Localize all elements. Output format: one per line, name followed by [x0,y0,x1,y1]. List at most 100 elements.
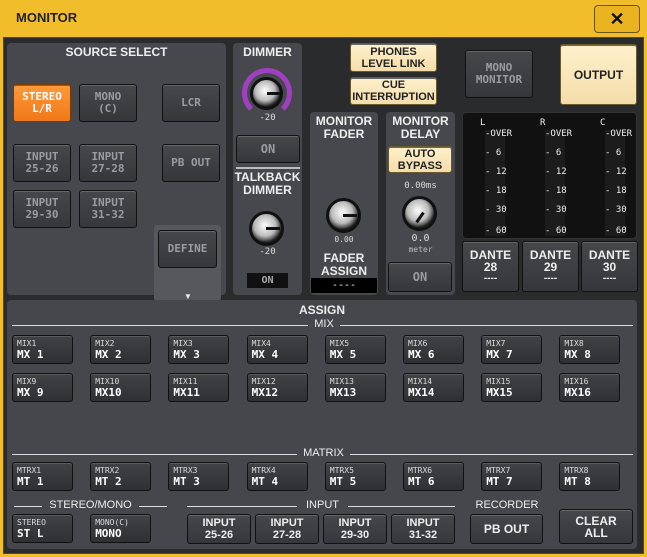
label: 30 [602,259,617,274]
monitor-delay-on-button[interactable]: ON [388,262,452,292]
divider [350,454,633,455]
mono-monitor-button[interactable]: MONO MONITOR [465,50,533,98]
label: ASSIGN [320,264,367,278]
assign-matrix-button[interactable]: MTRX6 MT 6 [403,462,464,491]
dimmer-knob[interactable] [250,77,283,110]
fader-assign-value[interactable]: ---- [311,278,377,293]
source-lcr-button[interactable]: LCR [162,84,220,122]
cue-interruption-button[interactable]: CUE INTERRUPTION [350,77,437,105]
divider [340,325,633,326]
assign-matrix-button[interactable]: MTRX4 MT 4 [246,462,308,491]
assign-mix-button[interactable]: MIX2 MX 2 [90,335,152,364]
label: DIMMER [243,183,292,197]
assign-matrix-button[interactable]: MTRX8 MT 8 [559,462,621,491]
source-pb-out-button[interactable]: PB OUT [162,144,220,182]
label: MONO [95,527,122,540]
dante-output-button[interactable]: DANTE 28 ---- [462,241,519,292]
label: MX 6 [408,348,435,361]
talkback-dimmer-knob[interactable] [249,211,284,246]
meter-scale-label: - 6 [545,148,562,158]
delay-unit: meter [408,245,433,254]
label: PHONES [370,45,417,58]
assign-mix-button[interactable]: MIX12 MX12 [246,373,308,402]
monitor-delay-title: MONITOR DELAY [386,115,455,141]
assign-pb-out-button[interactable]: PB OUT [470,514,543,544]
assign-matrix-button[interactable]: MTRX7 MT 7 [481,462,543,491]
assign-matrix-button[interactable]: MTRX5 MT 5 [324,462,386,491]
level-meter-l [485,130,505,236]
dante-output-button[interactable]: DANTE 29 ---- [522,241,579,292]
meter-scale-label: -OVER [605,129,633,139]
meter-scale-label: -OVER [545,129,573,139]
label: MONITOR [475,73,523,86]
label: 25-26 [25,162,59,175]
assign-mix-button[interactable]: MIX4 MX 4 [246,335,308,364]
assign-matrix-button[interactable]: MTRX1 MT 1 [12,462,73,491]
source-input-31-32-button[interactable]: INPUT 31-32 [79,190,137,228]
output-button[interactable]: OUTPUT [560,44,637,105]
label: MX11 [173,386,200,399]
assign-mix-button[interactable]: MIX1 MX 1 [12,335,73,364]
label: DANTE [469,247,512,262]
level-meter-c [605,130,625,236]
assign-mix-button[interactable]: MIX10 MX10 [90,373,152,402]
source-input-25-26-button[interactable]: INPUT 25-26 [13,144,71,182]
label: MX 2 [95,348,122,361]
phones-level-link-button[interactable]: PHONES LEVEL LINK [350,43,437,72]
assign-input-button[interactable]: INPUT 31-32 [391,514,455,544]
label: INPUT [338,517,372,529]
label: INPUT [406,517,440,529]
assign-mix-button[interactable]: MIX5 MX 5 [324,335,386,364]
assign-mix-button[interactable]: MIX13 MX13 [324,373,386,402]
monitor-delay-knob[interactable] [402,196,437,231]
assign-input-button[interactable]: INPUT 27-28 [255,514,319,544]
label: ---- [483,272,498,284]
label: 29 [543,259,558,274]
dante-output-button[interactable]: DANTE 30 ---- [581,241,638,292]
label: MX13 [329,386,357,399]
assign-mix-button[interactable]: MIX7 MX 7 [481,335,543,364]
label: MT 7 [486,475,513,488]
define-button[interactable]: DEFINE [158,230,217,268]
source-stereo-lr-button[interactable]: STEREO L/R [13,84,71,122]
assign-input-button[interactable]: INPUT 29-30 [323,514,387,544]
assign-stereo_mono-button[interactable]: STEREO ST L [12,514,73,543]
label: MX12 [251,386,279,399]
clear-all-button[interactable]: CLEAR ALL [559,509,633,544]
talkback-on-indicator: ON [247,273,288,288]
fader-assign-title: FADER ASSIGN [310,252,378,278]
assign-mix-button[interactable]: MIX8 MX 8 [559,335,621,364]
dimmer-title: DIMMER [243,45,292,59]
close-button[interactable]: ✕ [594,5,640,33]
monitor-fader-knob[interactable] [326,198,361,233]
auto-bypass-button[interactable]: AUTO BYPASS [388,146,452,173]
label: 31-32 [408,529,438,541]
assign-stereo_mono-button[interactable]: MONO(C) MONO [90,514,152,543]
label: MX14 [408,386,435,399]
source-mono-c-button[interactable]: MONO (C) [79,84,137,122]
label: MT 6 [408,475,435,488]
meter-channel-label: L [480,118,486,128]
label: FADER [323,127,365,141]
meter-scale-label: - 12 [545,167,567,177]
assign-input-button[interactable]: INPUT 25-26 [187,514,251,544]
delay-time: 0.00ms [404,181,437,191]
assign-mix-button[interactable]: MIX11 MX11 [168,373,230,402]
assign-mix-button[interactable]: MIX3 MX 3 [168,335,230,364]
divider [12,325,308,326]
assign-mix-button[interactable]: MIX6 MX 6 [403,335,464,364]
source-input-29-30-button[interactable]: INPUT 29-30 [13,190,71,228]
dimmer-on-button[interactable]: ON [236,135,300,163]
assign-mix-button[interactable]: MIX14 MX14 [403,373,464,402]
talkback-dimmer-value: -20 [259,247,276,257]
meter-scale-label: - 30 [485,205,507,215]
assign-mix-button[interactable]: MIX9 MX 9 [12,373,73,402]
assign-mix-button[interactable]: MIX15 MX15 [481,373,543,402]
source-input-27-28-button[interactable]: INPUT 27-28 [79,144,137,182]
label: MX 1 [17,348,44,361]
assign-matrix-button[interactable]: MTRX3 MT 3 [168,462,230,491]
assign-matrix-button[interactable]: MTRX2 MT 2 [90,462,152,491]
assign-mix-button[interactable]: MIX16 MX16 [559,373,621,402]
recorder-section-label: RECORDER [475,499,539,511]
label: 28 [483,259,498,274]
